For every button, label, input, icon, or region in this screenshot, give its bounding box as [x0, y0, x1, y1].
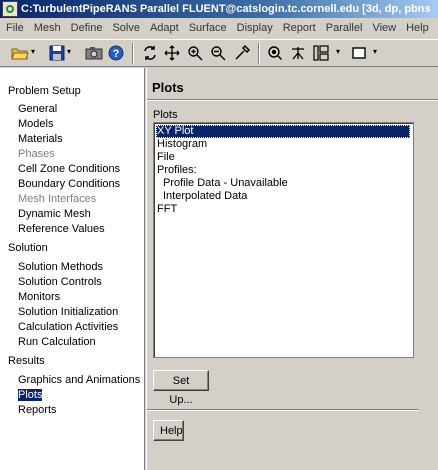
list-item-label: FFT — [157, 203, 178, 215]
open-dropdown-icon[interactable]: ▾ — [31, 47, 38, 57]
menu-bar: File Mesh Define Solve Adapt Surface Display Re… — [0, 19, 438, 38]
title-bar: C:TurbulentPipeRANS Parallel FLUENT@cats… — [0, 0, 438, 18]
tree-header-results[interactable]: Results — [8, 355, 45, 367]
save-icon[interactable] — [47, 43, 67, 63]
set-up-button[interactable]: Set Up... — [153, 370, 209, 406]
list-item-file[interactable]: File — [156, 151, 175, 164]
tree-item-cell-zone-conditions[interactable]: Cell Zone Conditions — [18, 163, 120, 175]
tree-item-reference-values[interactable]: Reference Values — [18, 223, 105, 235]
menu-adapt[interactable]: Adapt — [145, 19, 184, 38]
view-layout-dropdown-icon[interactable]: ▾ — [336, 47, 343, 57]
list-item-histogram[interactable]: Histogram — [156, 138, 207, 151]
menu-parallel[interactable]: Parallel — [321, 19, 368, 38]
menu-report[interactable]: Report — [278, 19, 321, 38]
save-dropdown-icon[interactable]: ▾ — [67, 47, 74, 57]
help-button[interactable]: Help — [153, 420, 184, 441]
tree-item-boundary-conditions[interactable]: Boundary Conditions — [18, 178, 120, 190]
list-item-label: Profiles: — [157, 164, 197, 176]
open-folder-icon[interactable] — [10, 43, 30, 63]
panel-title: Plots — [152, 80, 184, 95]
view-layout-icon[interactable] — [311, 43, 331, 63]
tree-item-plots-label: Plots — [18, 389, 43, 401]
tree-item-solution-initialization[interactable]: Solution Initialization — [18, 306, 118, 318]
plots-listbox[interactable]: XY Plot Histogram File Profiles: Profile… — [153, 122, 414, 358]
tree-item-run-calculation[interactable]: Run Calculation — [18, 336, 96, 348]
list-item-label: Interpolated Data — [163, 190, 248, 202]
list-item-label: Histogram — [157, 138, 208, 150]
list-item-fft[interactable]: FFT — [156, 203, 177, 216]
tree-item-plots[interactable]: Plots — [18, 389, 43, 401]
tree-item-general[interactable]: General — [18, 103, 57, 115]
plots-list-label: Plots — [153, 109, 178, 121]
menu-file[interactable]: File — [0, 19, 29, 38]
tree-item-models[interactable]: Models — [18, 118, 53, 130]
list-item-xy-plot[interactable]: XY Plot — [156, 125, 410, 138]
toolbar-separator — [132, 43, 134, 64]
list-item-interpolated-data[interactable]: Interpolated Data — [162, 190, 247, 203]
fit-to-window-icon[interactable] — [265, 43, 285, 63]
title-divider — [147, 99, 438, 101]
tree-header-problem-setup[interactable]: Problem Setup — [8, 85, 81, 97]
menu-display[interactable]: Display — [232, 19, 278, 38]
toolbar: ▾ ▾ ? ▾ ▾ — [0, 39, 438, 67]
list-item-label: Profile Data - Unavailable — [163, 177, 288, 189]
list-item-profiles: Profiles: — [156, 164, 197, 177]
tree-item-materials[interactable]: Materials — [18, 133, 63, 145]
display-box-icon[interactable] — [349, 43, 369, 63]
pan-icon[interactable] — [162, 43, 182, 63]
window-title: C:TurbulentPipeRANS Parallel FLUENT@cats… — [21, 3, 431, 15]
menu-mesh[interactable]: Mesh — [29, 19, 66, 38]
mouse-probe-icon[interactable] — [288, 43, 308, 63]
toolbar-separator — [258, 43, 260, 64]
list-item-label: XY Plot — [157, 125, 194, 137]
tree-item-monitors[interactable]: Monitors — [18, 291, 60, 303]
help-icon[interactable]: ? — [106, 43, 126, 63]
fluent-app-icon[interactable] — [2, 1, 18, 17]
svg-text:?: ? — [113, 48, 120, 60]
menu-view[interactable]: View — [367, 19, 401, 38]
button-divider — [147, 409, 419, 411]
list-item-label: File — [157, 151, 175, 163]
tree-item-graphics-and-animations[interactable]: Graphics and Animations — [18, 374, 140, 386]
menu-define[interactable]: Define — [66, 19, 108, 38]
zoom-to-area-icon[interactable] — [208, 43, 228, 63]
tree-item-reports[interactable]: Reports — [18, 404, 57, 416]
menu-surface[interactable]: Surface — [184, 19, 232, 38]
display-box-dropdown-icon[interactable]: ▾ — [373, 47, 380, 57]
tree-item-mesh-interfaces: Mesh Interfaces — [18, 193, 97, 205]
menu-help[interactable]: Help — [401, 19, 434, 38]
tree-item-dynamic-mesh[interactable]: Dynamic Mesh — [18, 208, 91, 220]
list-item-profile-data[interactable]: Profile Data - Unavailable — [162, 177, 288, 190]
tree-item-phases: Phases — [18, 148, 55, 160]
probe-icon[interactable] — [232, 43, 252, 63]
plots-task-panel: Plots Plots XY Plot Histogram File Profi… — [146, 68, 438, 470]
tree-item-solution-controls[interactable]: Solution Controls — [18, 276, 102, 288]
tree-item-calculation-activities[interactable]: Calculation Activities — [18, 321, 118, 333]
navigation-pane: Problem Setup General Models Materials P… — [0, 68, 145, 470]
tree-item-solution-methods[interactable]: Solution Methods — [18, 261, 103, 273]
menu-solve[interactable]: Solve — [107, 19, 145, 38]
zoom-in-out-icon[interactable] — [185, 43, 205, 63]
tree-header-solution[interactable]: Solution — [8, 242, 48, 254]
screenshot-icon[interactable] — [84, 43, 104, 63]
rotate-icon[interactable] — [140, 43, 160, 63]
